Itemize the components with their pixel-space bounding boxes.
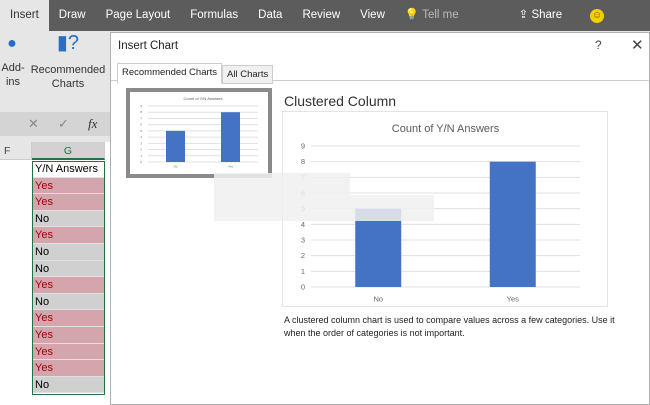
y-tick-label: 1: [140, 154, 142, 158]
y-tick-label: 0: [301, 283, 305, 292]
dialog-title: Insert Chart: [118, 40, 179, 52]
help-button[interactable]: ?: [595, 38, 602, 52]
ribbon-tab-review[interactable]: Review: [292, 0, 350, 31]
tab-all-charts[interactable]: All Charts: [222, 65, 274, 84]
y-tick-label: 2: [301, 251, 305, 260]
enter-icon[interactable]: ✓: [58, 116, 69, 132]
y-tick-label: 6: [140, 123, 142, 127]
selection-border: [32, 161, 105, 395]
y-tick-label: 4: [140, 135, 142, 139]
column-header-g[interactable]: G: [32, 142, 105, 160]
chart-description: A clustered column chart is used to comp…: [284, 315, 615, 338]
y-tick-label: 3: [140, 141, 142, 145]
x-tick-label: Yes: [507, 294, 519, 303]
share-button[interactable]: ⇪ Share: [509, 0, 573, 31]
tab-recommended-charts[interactable]: Recommended Charts: [117, 63, 223, 84]
ribbon-tab-draw[interactable]: Draw: [49, 0, 96, 31]
ribbon-tab-insert[interactable]: Insert: [0, 0, 49, 31]
chart-title: Count of Y/N Answers: [183, 96, 222, 101]
close-button[interactable]: ✕: [631, 36, 644, 54]
ribbon-tab-page-layout[interactable]: Page Layout: [96, 0, 181, 31]
formula-bar: ✕ ✓ fx: [0, 112, 110, 136]
recommended-charts-button[interactable]: Recommended Charts: [30, 63, 106, 91]
y-tick-label: 7: [140, 116, 142, 120]
smiley-feedback-icon[interactable]: ☺: [590, 8, 605, 23]
y-tick-label: 0: [140, 160, 142, 164]
ribbon-tab-formulas[interactable]: Formulas: [180, 0, 248, 31]
x-tick-label: No: [373, 294, 383, 303]
y-tick-label: 8: [140, 110, 142, 114]
y-tick-label: 3: [301, 236, 305, 245]
insert-chart-dialog: Insert Chart ? ✕ Recommended Charts All …: [110, 32, 650, 405]
y-tick-label: 5: [140, 129, 142, 133]
y-tick-label: 2: [140, 148, 142, 152]
chart-title: Count of Y/N Answers: [392, 123, 500, 135]
recommended-charts-icon: ▮?: [56, 32, 80, 54]
chart-thumbnail[interactable]: Count of Y/N Answers 0 1 2 3 4 5 6 7 8 9 No Yes: [126, 88, 272, 178]
tell-me-label: Tell me: [422, 9, 459, 21]
y-tick-label: 8: [301, 157, 305, 166]
share-icon: ⇪: [518, 9, 532, 21]
bar-no: [166, 130, 185, 162]
y-tick-label: 9: [140, 104, 142, 108]
ribbon-tab-view[interactable]: View: [350, 0, 395, 31]
spreadsheet[interactable]: F G Y/N Answers Yes Yes No Yes No No Yes No Yes Y…: [0, 142, 110, 405]
addins-icon: ●: [7, 35, 17, 52]
ribbon-tabs: Insert Draw Page Layout Formulas Data Review V…: [0, 0, 650, 31]
tell-me-search[interactable]: 💡 Tell me: [395, 0, 469, 31]
y-tick-label: 1: [301, 267, 305, 276]
y-tick-label: 4: [301, 220, 305, 229]
share-label: Share: [531, 9, 563, 21]
bar-yes: [489, 161, 536, 287]
x-tick-label: Yes: [228, 165, 233, 169]
bar-yes: [221, 112, 240, 162]
column-header-f[interactable]: F: [0, 142, 32, 160]
ribbon-tab-data[interactable]: Data: [248, 0, 292, 31]
addins-button[interactable]: Add-ins: [0, 61, 26, 89]
x-tick-label: No: [174, 165, 178, 169]
cancel-icon[interactable]: ✕: [28, 116, 39, 132]
chart-type-title: Clustered Column: [284, 93, 397, 109]
y-tick-label: 9: [301, 142, 305, 151]
fx-icon[interactable]: fx: [88, 116, 97, 132]
